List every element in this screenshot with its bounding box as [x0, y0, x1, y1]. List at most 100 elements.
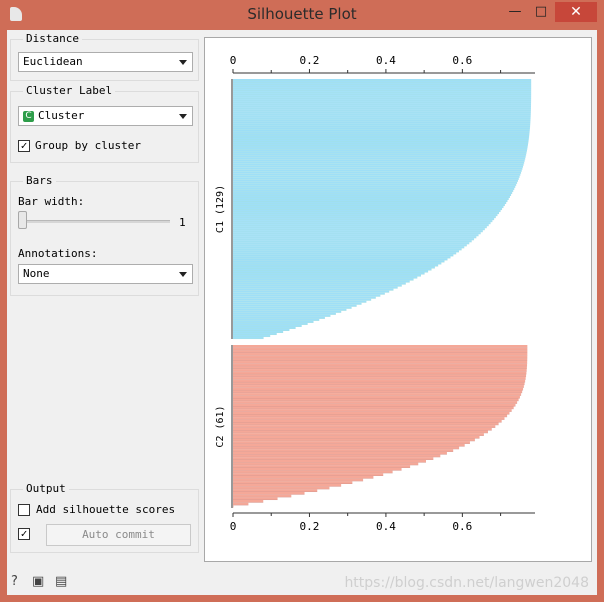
group-by-cluster-label: Group by cluster [35, 139, 141, 152]
cluster-label-group: Cluster Label C Cluster ✓ Group by cluste… [10, 84, 199, 163]
c1-bar [233, 97, 532, 99]
c2-bar [233, 358, 528, 361]
c2-bar [233, 497, 278, 500]
c1-bar [233, 201, 507, 204]
c1-bar [233, 268, 432, 271]
c1-bar [233, 316, 325, 319]
c1-bar [233, 183, 517, 186]
c1-bar [233, 205, 504, 208]
c1-bar [233, 123, 531, 125]
report-icon[interactable]: ▤ [55, 574, 67, 589]
c2-bar [233, 382, 525, 385]
distance-group: Distance Euclidean [10, 32, 199, 81]
c1-bar [233, 230, 483, 232]
add-silhouette-scores-checkbox[interactable] [18, 504, 30, 516]
c2-bar [233, 483, 342, 487]
annotations-combo[interactable]: None [18, 264, 193, 284]
auto-commit-button[interactable]: Auto commit [46, 524, 191, 546]
c1-bar [233, 189, 514, 192]
c2-bar [233, 406, 514, 409]
cluster-label-combo[interactable]: C Cluster [18, 106, 193, 126]
bars-group: Bars Bar width: 1 Annotations: None [10, 174, 199, 296]
c1-bar [233, 298, 372, 301]
c2-bar [233, 505, 234, 508]
c1-bar [233, 238, 475, 240]
c1-bar [233, 220, 493, 222]
auto-commit-checkbox[interactable]: ✓ [18, 528, 30, 540]
c2-bar [233, 403, 516, 407]
c2-bar [233, 489, 318, 492]
c1-bar [233, 308, 347, 311]
c2-bar [233, 414, 508, 417]
c2-bar [233, 465, 411, 468]
c1-bar [233, 175, 520, 178]
c2-bar [233, 486, 330, 489]
c2-bar [233, 454, 441, 457]
c1-bar [233, 300, 367, 303]
annotations-combo-value: None [23, 267, 50, 280]
c1-label: C1 (129) [215, 185, 226, 233]
c2-bar [233, 401, 518, 404]
c1-bar [233, 119, 531, 121]
distance-combo[interactable]: Euclidean [18, 52, 193, 72]
c2-bar [233, 446, 460, 449]
c2-bar [233, 393, 522, 396]
group-by-cluster-checkbox[interactable]: ✓ [18, 140, 30, 152]
cluster-label-combo-value: Cluster [38, 109, 85, 122]
c2-bar [233, 499, 264, 503]
c1-bar [233, 284, 402, 287]
c1-bar [233, 226, 487, 228]
c2-bar [233, 430, 488, 433]
c1-bar [233, 149, 527, 152]
c1-bar [233, 79, 532, 81]
c1-bar [233, 163, 524, 166]
minimize-button[interactable]: — [502, 2, 528, 22]
c2-bar [233, 374, 527, 377]
client-area: Distance Euclidean Cluster Label C Cluste… [7, 30, 597, 595]
c1-bar [233, 310, 342, 313]
c1-bar [233, 332, 277, 335]
bar-width-slider-handle[interactable] [18, 211, 27, 229]
c1-bar [233, 278, 414, 281]
c1-bar [233, 157, 526, 160]
c1-bar [233, 197, 509, 200]
c1-bar [233, 127, 530, 129]
add-silhouette-scores-label: Add silhouette scores [36, 503, 176, 516]
c1-bar [233, 121, 531, 123]
save-icon[interactable]: ▣ [32, 574, 44, 589]
c1-bar [233, 274, 422, 277]
close-button[interactable]: ✕ [555, 2, 597, 22]
c2-bar [233, 494, 292, 497]
c2-bar [233, 491, 305, 495]
c2-bar [233, 478, 364, 481]
c2-bar [233, 366, 527, 369]
c2-bar [233, 419, 502, 423]
c1-bar [233, 191, 513, 194]
bar-width-slider-track[interactable] [20, 220, 170, 223]
c1-bar [233, 330, 284, 333]
c2-bar [233, 443, 465, 447]
maximize-button[interactable]: □ [528, 2, 554, 22]
c1-bar [233, 117, 531, 119]
chevron-down-icon [179, 114, 187, 119]
c1-bar [233, 318, 320, 321]
c2-bar [233, 435, 480, 439]
c2-bar [233, 350, 528, 353]
c1-bar [233, 248, 462, 250]
c1-bar [233, 109, 531, 111]
c1-bar [233, 125, 531, 127]
help-icon[interactable]: ? [11, 574, 18, 589]
bars-group-title: Bars [23, 174, 56, 187]
c1-bar [233, 113, 531, 115]
c1-bar [233, 111, 531, 113]
c2-bar [233, 395, 520, 399]
title-bar[interactable]: Silhouette Plot — □ ✕ [0, 0, 604, 30]
c2-bar [233, 425, 496, 428]
c1-bar [233, 302, 362, 305]
c1-bar [233, 222, 491, 224]
c2-bar [233, 451, 447, 455]
c1-bar [233, 216, 496, 218]
c1-bar [233, 161, 525, 164]
c2-bar [233, 411, 510, 415]
c2-bar [233, 377, 526, 380]
